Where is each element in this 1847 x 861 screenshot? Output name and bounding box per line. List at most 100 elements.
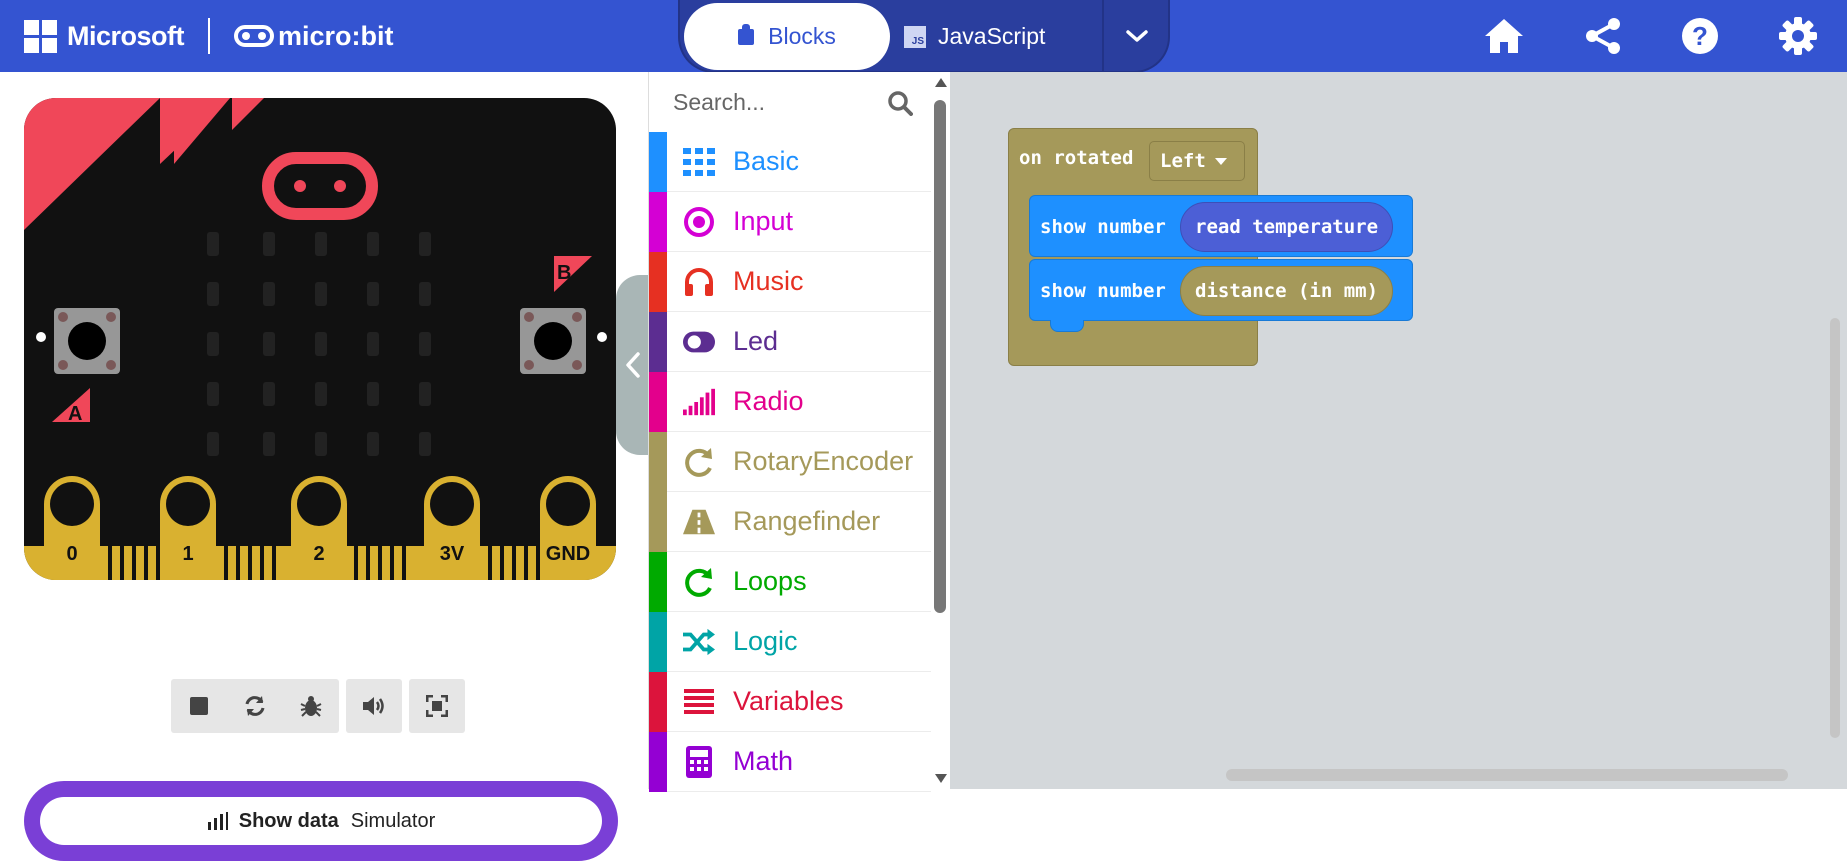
search-input[interactable]: Search... bbox=[673, 89, 765, 116]
category-label: Rangefinder bbox=[733, 506, 881, 536]
brand[interactable]: Microsoft micro:bit bbox=[24, 0, 394, 72]
help-button[interactable]: ? bbox=[1678, 14, 1722, 58]
led[interactable] bbox=[367, 382, 379, 406]
toolbox-scroll-thumb[interactable] bbox=[934, 100, 946, 613]
stop-button[interactable] bbox=[171, 679, 227, 733]
led[interactable] bbox=[367, 432, 379, 456]
led[interactable] bbox=[419, 432, 431, 456]
workspace-vertical-scrollbar[interactable] bbox=[1830, 318, 1840, 738]
led[interactable] bbox=[207, 432, 219, 456]
category-label: Variables bbox=[733, 686, 844, 716]
bug-icon bbox=[300, 696, 322, 717]
led[interactable] bbox=[263, 232, 275, 256]
category-input[interactable]: Input bbox=[649, 192, 931, 252]
toolbox: Search... Basic Input Music Led Radio Ro… bbox=[648, 72, 951, 792]
led[interactable] bbox=[419, 332, 431, 356]
category-rangefinder[interactable]: Rangefinder bbox=[649, 492, 931, 552]
volume-icon bbox=[363, 697, 384, 715]
scroll-down-icon[interactable] bbox=[931, 771, 951, 785]
block-notch bbox=[1050, 320, 1084, 332]
chevron-left-icon bbox=[626, 352, 640, 378]
button-b[interactable] bbox=[520, 308, 586, 374]
distance-block[interactable]: distance (in mm) bbox=[1180, 266, 1394, 316]
share-button[interactable] bbox=[1581, 14, 1625, 58]
tab-blocks[interactable]: Blocks bbox=[684, 3, 890, 70]
show-number-block[interactable]: show number read temperature bbox=[1029, 195, 1413, 257]
led[interactable] bbox=[263, 332, 275, 356]
pin-gnd[interactable]: GND bbox=[540, 476, 596, 580]
editor-toggle: Blocks JS JavaScript bbox=[678, 0, 1170, 73]
show-data-label: Show data bbox=[238, 809, 339, 832]
led[interactable] bbox=[315, 332, 327, 356]
category-label: Math bbox=[733, 746, 794, 776]
app-header: Microsoft micro:bit Blocks JS JavaScript… bbox=[0, 0, 1847, 73]
dropdown-arrow-icon bbox=[1214, 158, 1227, 165]
led[interactable] bbox=[315, 432, 327, 456]
search-icon bbox=[888, 91, 913, 116]
restart-icon bbox=[245, 696, 265, 716]
category-math[interactable]: Math bbox=[649, 732, 931, 792]
category-rotaryencoder[interactable]: RotaryEncoder bbox=[649, 432, 931, 492]
restart-button[interactable] bbox=[227, 679, 283, 733]
led[interactable] bbox=[367, 282, 379, 306]
led[interactable] bbox=[419, 282, 431, 306]
puzzle-icon bbox=[738, 23, 755, 45]
led[interactable] bbox=[263, 282, 275, 306]
on-rotated-block[interactable]: on rotated Left show number read tempera… bbox=[1008, 128, 1413, 366]
home-icon bbox=[1485, 19, 1523, 53]
pin-2[interactable]: 2 bbox=[291, 476, 347, 580]
tab-javascript[interactable]: JS JavaScript bbox=[904, 3, 1084, 70]
led[interactable] bbox=[263, 382, 275, 406]
rotation-direction-dropdown[interactable]: Left bbox=[1149, 141, 1245, 181]
show-data-simulator-button[interactable]: Show data Simulator bbox=[24, 781, 618, 861]
category-loops[interactable]: Loops bbox=[649, 552, 931, 612]
scroll-up-icon[interactable] bbox=[931, 76, 951, 90]
toolbox-search[interactable]: Search... bbox=[649, 72, 929, 132]
category-music[interactable]: Music bbox=[649, 252, 931, 312]
pin-3v[interactable]: 3V bbox=[424, 476, 480, 580]
category-variables[interactable]: Variables bbox=[649, 672, 931, 732]
led[interactable] bbox=[315, 382, 327, 406]
pin-1[interactable]: 1 bbox=[160, 476, 216, 580]
led[interactable] bbox=[367, 232, 379, 256]
loop-icon bbox=[683, 566, 715, 598]
led[interactable] bbox=[263, 432, 275, 456]
stop-icon bbox=[190, 697, 208, 715]
led[interactable] bbox=[419, 382, 431, 406]
simulator-controls bbox=[171, 679, 339, 733]
category-radio[interactable]: Radio bbox=[649, 372, 931, 432]
led[interactable] bbox=[207, 232, 219, 256]
signal-icon bbox=[683, 386, 715, 418]
collapse-simulator-button[interactable] bbox=[616, 275, 650, 455]
category-logic[interactable]: Logic bbox=[649, 612, 931, 672]
category-label: Radio bbox=[733, 386, 804, 416]
show-data-inner: Show data Simulator bbox=[40, 797, 602, 845]
microbit-logo-icon bbox=[234, 25, 274, 47]
fullscreen-button[interactable] bbox=[409, 679, 465, 733]
led[interactable] bbox=[419, 232, 431, 256]
led[interactable] bbox=[207, 332, 219, 356]
category-basic[interactable]: Basic bbox=[649, 132, 931, 192]
read-temperature-block[interactable]: read temperature bbox=[1180, 202, 1394, 252]
show-number-block[interactable]: show number distance (in mm) bbox=[1029, 259, 1413, 332]
button-a[interactable] bbox=[54, 308, 120, 374]
led[interactable] bbox=[315, 282, 327, 306]
workspace-horizontal-scrollbar[interactable] bbox=[1226, 769, 1788, 781]
settings-button[interactable] bbox=[1776, 14, 1820, 58]
blocks-workspace[interactable]: on rotated Left show number read tempera… bbox=[950, 72, 1847, 789]
pin-0[interactable]: 0 bbox=[44, 476, 100, 580]
javascript-icon: JS bbox=[904, 25, 926, 48]
debug-button[interactable] bbox=[283, 679, 339, 733]
chevron-down-icon bbox=[1126, 30, 1148, 42]
led[interactable] bbox=[207, 282, 219, 306]
grid-icon bbox=[683, 146, 715, 178]
led[interactable] bbox=[367, 332, 379, 356]
home-button[interactable] bbox=[1482, 14, 1526, 58]
led[interactable] bbox=[315, 232, 327, 256]
button-b-label: B bbox=[557, 262, 571, 284]
mute-button[interactable] bbox=[346, 679, 402, 733]
led[interactable] bbox=[207, 382, 219, 406]
category-led[interactable]: Led bbox=[649, 312, 931, 372]
language-dropdown-button[interactable] bbox=[1104, 0, 1170, 72]
calculator-icon bbox=[683, 746, 715, 778]
